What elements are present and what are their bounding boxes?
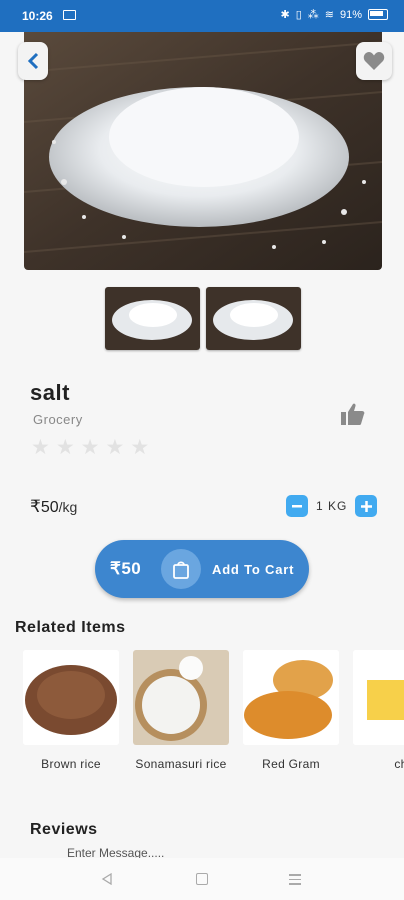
product-name: salt	[30, 380, 70, 405]
related-item-image	[353, 650, 404, 745]
quantity-value: 1 KG	[316, 499, 348, 513]
bluetooth-icon: ✱	[280, 9, 290, 21]
related-item[interactable]: Sonamasuri rice	[133, 650, 229, 771]
thumbnail-2[interactable]	[206, 287, 301, 350]
minus-icon	[292, 504, 302, 507]
heart-icon	[363, 52, 385, 70]
related-item-label: ch	[394, 757, 404, 771]
related-item-image	[243, 650, 339, 745]
related-item-label: Red Gram	[262, 757, 320, 771]
status-icons: ✱ ▯ ⁂ ≋ 91%	[280, 8, 388, 21]
thumbnail-1[interactable]	[105, 287, 200, 350]
status-bar: 10:26 ✱ ▯ ⁂ ≋ 91%	[0, 0, 404, 32]
star-icon[interactable]: ★	[130, 437, 149, 458]
related-item-image	[133, 650, 229, 745]
screen-icon	[63, 10, 76, 20]
currency-symbol: ₹	[30, 497, 41, 516]
decrease-quantity-button[interactable]	[286, 495, 308, 517]
thumbs-up-icon[interactable]	[340, 402, 366, 431]
price-value: 50	[40, 499, 59, 516]
cart-price: ₹50	[110, 559, 142, 578]
product-image	[24, 32, 382, 270]
nav-back-icon[interactable]	[101, 873, 113, 885]
product-price: ₹50/kg	[30, 497, 77, 517]
back-button[interactable]	[18, 42, 48, 80]
system-nav-bar	[0, 858, 404, 900]
related-item-image	[23, 650, 119, 745]
favorite-button[interactable]	[356, 42, 392, 80]
nav-home-icon[interactable]	[196, 873, 208, 885]
related-item-label: Sonamasuri rice	[135, 757, 227, 771]
related-item[interactable]: ch	[353, 650, 404, 771]
product-category: Grocery	[33, 412, 83, 427]
plus-icon	[360, 500, 372, 512]
status-time: 10:26	[22, 9, 53, 23]
signal-icon: ⁂	[307, 9, 319, 21]
price-unit: /kg	[58, 499, 78, 515]
rating-stars[interactable]: ★ ★ ★ ★ ★	[31, 437, 149, 458]
related-item[interactable]: Red Gram	[243, 650, 339, 771]
increase-quantity-button[interactable]	[355, 495, 377, 517]
battery-icon	[368, 9, 388, 20]
reviews-title: Reviews	[30, 821, 98, 838]
wifi-icon: ≋	[324, 9, 334, 21]
star-icon[interactable]: ★	[81, 437, 100, 458]
star-icon[interactable]: ★	[105, 437, 124, 458]
chevron-left-icon	[27, 52, 39, 70]
related-items-title: Related Items	[15, 619, 126, 636]
vibrate-icon: ▯	[295, 9, 302, 21]
star-icon[interactable]: ★	[56, 437, 75, 458]
add-to-cart-button[interactable]: ₹50 Add To Cart	[95, 540, 309, 598]
related-items-list[interactable]: Brown rice Sonamasuri rice Red Gram c	[23, 650, 404, 790]
battery-percent: 91%	[339, 8, 362, 21]
add-to-cart-label: Add To Cart	[212, 562, 295, 577]
related-item[interactable]: Brown rice	[23, 650, 119, 771]
star-icon[interactable]: ★	[31, 437, 50, 458]
shopping-bag-icon	[161, 549, 201, 589]
nav-menu-icon[interactable]	[289, 874, 301, 888]
related-item-label: Brown rice	[41, 757, 101, 771]
